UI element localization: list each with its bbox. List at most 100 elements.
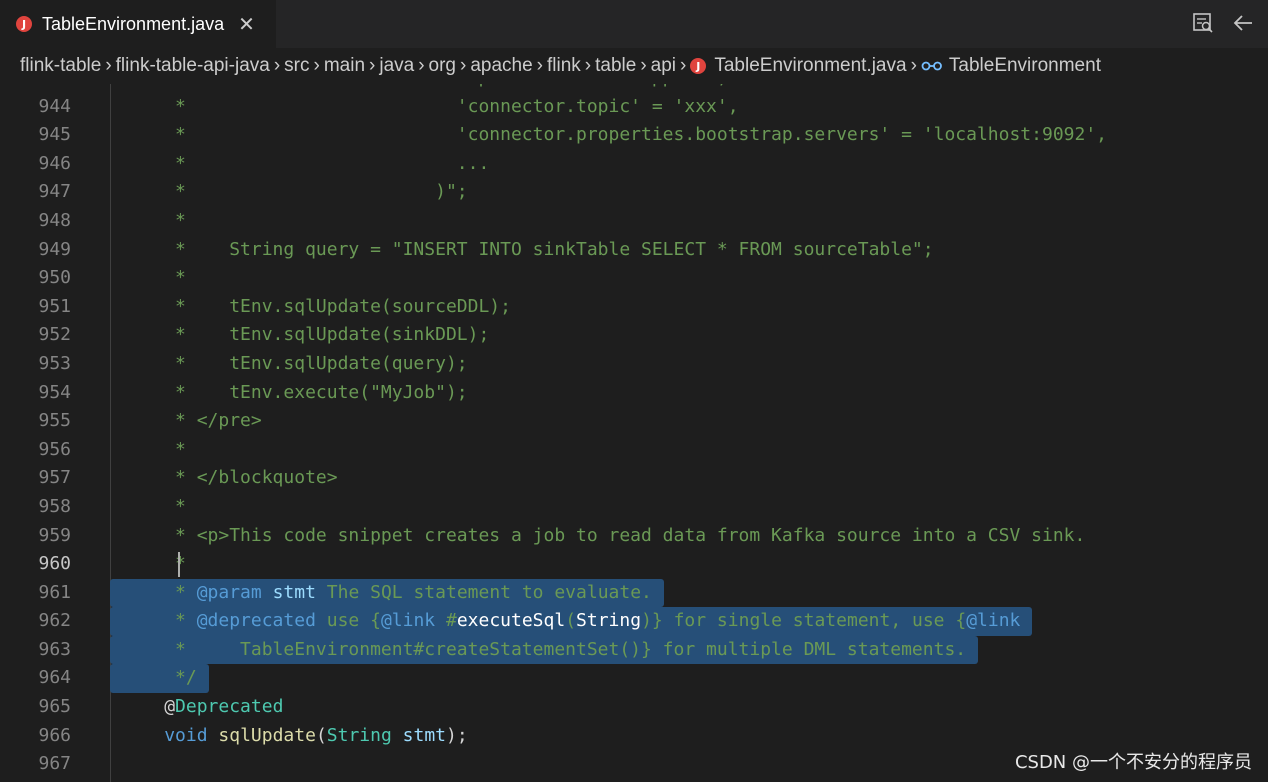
- line-number: 948: [38, 209, 71, 231]
- watermark: CSDN @一个不安分的程序员: [1014, 752, 1252, 773]
- code-line[interactable]: 952 * tEnv.sqlUpdate(sinkDDL);: [0, 321, 1268, 350]
- breadcrumb-item[interactable]: flink: [547, 55, 581, 77]
- line-number: 945: [38, 124, 71, 146]
- code-text: * TableEnvironment#createStatementSet()}…: [164, 638, 967, 660]
- code-editor[interactable]: 943 * 'update-mode' = 'append',944 * 'co…: [0, 84, 1268, 782]
- line-number: 955: [38, 410, 71, 432]
- open-preview-icon[interactable]: [1190, 10, 1216, 36]
- line-number: 957: [38, 467, 71, 489]
- breadcrumb-label: flink: [547, 55, 581, 76]
- code-line[interactable]: 947 * )";: [0, 178, 1268, 207]
- breadcrumb-item-file[interactable]: J TableEnvironment.java: [690, 55, 907, 77]
- chevron-right-icon: ›: [536, 55, 543, 76]
- breadcrumb-label: flink-table-api-java: [115, 55, 270, 76]
- code-text: * <p>This code snippet creates a job to …: [164, 524, 1086, 546]
- code-line[interactable]: 946 * ...: [0, 150, 1268, 179]
- code-line[interactable]: 953 * tEnv.sqlUpdate(query);: [0, 350, 1268, 379]
- breadcrumb-item[interactable]: apache: [470, 55, 532, 77]
- line-number: 951: [38, 295, 71, 317]
- breadcrumb-item[interactable]: table: [595, 55, 636, 77]
- code-line[interactable]: 944 * 'connector.topic' = 'xxx',: [0, 93, 1268, 122]
- go-back-icon[interactable]: [1230, 10, 1256, 36]
- code-text: *: [164, 438, 186, 460]
- breadcrumb-item[interactable]: main: [324, 55, 365, 77]
- code-text: *: [164, 495, 186, 517]
- code-line[interactable]: 966 void sqlUpdate(String stmt);: [0, 722, 1268, 751]
- java-file-icon: J: [16, 16, 32, 32]
- chevron-right-icon: ›: [680, 55, 687, 76]
- chevron-right-icon: ›: [460, 55, 467, 76]
- chevron-right-icon: ›: [418, 55, 425, 76]
- breadcrumb-item-symbol[interactable]: TableEnvironment: [921, 55, 1101, 77]
- line-number: 956: [38, 438, 71, 460]
- code-line[interactable]: 960 *: [0, 550, 1268, 579]
- code-text: * @param stmt The SQL statement to evalu…: [164, 581, 652, 603]
- tab-bar: J TableEnvironment.java ✕: [0, 0, 1268, 48]
- code-text: *: [164, 267, 186, 289]
- chevron-right-icon: ›: [584, 55, 592, 76]
- line-number: 943: [0, 84, 71, 93]
- breadcrumb-item[interactable]: java: [379, 55, 414, 77]
- code-text: * tEnv.execute("MyJob");: [164, 381, 468, 403]
- chevron-right-icon: ›: [369, 55, 376, 76]
- line-number: 952: [38, 324, 71, 346]
- breadcrumb-item[interactable]: api: [651, 55, 676, 77]
- code-text: *: [164, 553, 186, 575]
- line-number: 950: [38, 267, 71, 289]
- code-line[interactable]: 943 * 'update-mode' = 'append',: [0, 84, 1268, 93]
- breadcrumb-item[interactable]: flink-table-api-java: [116, 55, 270, 77]
- code-line[interactable]: 951 * tEnv.sqlUpdate(sourceDDL);: [0, 293, 1268, 322]
- code-line[interactable]: 950 *: [0, 264, 1268, 293]
- code-text: * </pre>: [164, 410, 262, 432]
- code-line[interactable]: 955 * </pre>: [0, 407, 1268, 436]
- code-line[interactable]: 961 * @param stmt The SQL statement to e…: [0, 578, 1268, 608]
- close-icon[interactable]: ✕: [238, 14, 255, 34]
- code-line[interactable]: 949 * String query = "INSERT INTO sinkTa…: [0, 236, 1268, 265]
- code-line[interactable]: 957 * </blockquote>: [0, 464, 1268, 493]
- text-cursor: [178, 552, 180, 577]
- breadcrumb-label: org: [428, 55, 456, 76]
- code-line[interactable]: 963 * TableEnvironment#createStatementSe…: [0, 635, 1268, 665]
- chevron-right-icon: ›: [313, 55, 320, 76]
- line-number: 953: [38, 352, 71, 374]
- code-line[interactable]: 959 * <p>This code snippet creates a job…: [0, 522, 1268, 551]
- chevron-right-icon: ›: [273, 55, 281, 76]
- breadcrumb-label: apache: [470, 55, 533, 76]
- code-line[interactable]: 958 *: [0, 493, 1268, 522]
- chevron-right-icon: ›: [640, 55, 647, 76]
- breadcrumb-label: api: [650, 55, 677, 76]
- breadcrumb-label: flink-table: [20, 55, 102, 76]
- breadcrumb-item[interactable]: src: [284, 55, 309, 77]
- line-number: 967: [38, 753, 71, 775]
- editor-tab-active[interactable]: J TableEnvironment.java ✕: [0, 0, 276, 48]
- code-line[interactable]: 956 *: [0, 436, 1268, 465]
- breadcrumb-label: TableEnvironment: [948, 55, 1101, 76]
- code-line[interactable]: 964 */: [0, 664, 1268, 694]
- code-lines: 943 * 'update-mode' = 'append',944 * 'co…: [0, 84, 1268, 779]
- line-number: 963: [38, 638, 71, 660]
- breadcrumb-label: table: [595, 55, 637, 76]
- breadcrumb-item[interactable]: org: [429, 55, 456, 77]
- tab-label: TableEnvironment.java: [42, 13, 225, 34]
- code-text: * tEnv.sqlUpdate(sinkDDL);: [164, 324, 490, 346]
- line-number: 961: [38, 581, 71, 603]
- line-number: 944: [38, 95, 71, 117]
- code-line[interactable]: 948 *: [0, 207, 1268, 236]
- java-file-icon: J: [690, 58, 707, 74]
- interface-symbol-icon: [921, 59, 943, 73]
- chevron-right-icon: ›: [910, 55, 917, 76]
- line-number: 958: [38, 495, 71, 517]
- code-line[interactable]: 954 * tEnv.execute("MyJob");: [0, 379, 1268, 408]
- line-number: 947: [38, 181, 71, 203]
- chevron-right-icon: ›: [105, 55, 112, 76]
- code-text: * tEnv.sqlUpdate(query);: [164, 352, 468, 374]
- code-text: */: [164, 667, 197, 689]
- code-line[interactable]: 965 @Deprecated: [0, 693, 1268, 722]
- code-text: * @deprecated use {@link #executeSql(Str…: [164, 610, 1021, 632]
- line-number: 965: [38, 696, 71, 718]
- code-line[interactable]: 962 * @deprecated use {@link #executeSql…: [0, 607, 1268, 636]
- code-text: void sqlUpdate(String stmt);: [164, 724, 468, 746]
- code-line[interactable]: 945 * 'connector.properties.bootstrap.se…: [0, 121, 1268, 150]
- breadcrumb-item[interactable]: flink-table: [20, 55, 101, 77]
